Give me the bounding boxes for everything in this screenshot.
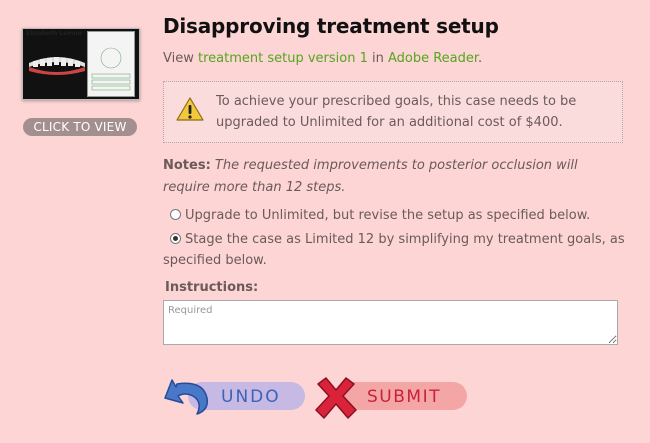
option-stage-limited[interactable]: Stage the case as Limited 12 by simplify… bbox=[163, 229, 633, 271]
notes-label: Notes: bbox=[163, 158, 211, 173]
view-middle: in bbox=[367, 51, 388, 66]
submit-button[interactable]: SUBMIT bbox=[312, 376, 472, 419]
option-upgrade-label: Upgrade to Unlimited, but revise the set… bbox=[185, 208, 591, 223]
x-cross-icon bbox=[315, 377, 357, 419]
option-stage-label: Stage the case as Limited 12 by simplify… bbox=[163, 232, 625, 268]
option-upgrade-unlimited[interactable]: Upgrade to Unlimited, but revise the set… bbox=[163, 205, 633, 226]
thumbnail-chart-panel bbox=[87, 31, 135, 97]
submit-label: SUBMIT bbox=[367, 387, 441, 407]
page-title: Disapproving treatment setup bbox=[163, 14, 499, 38]
undo-label: UNDO bbox=[221, 387, 281, 407]
view-prefix: View bbox=[163, 51, 198, 66]
treatment-setup-link[interactable]: treatment setup version 1 bbox=[198, 51, 368, 66]
notes-text: The requested improvements to posterior … bbox=[163, 158, 578, 195]
stage-limited-radio[interactable] bbox=[170, 233, 181, 244]
upgrade-radio[interactable] bbox=[170, 209, 181, 220]
instructions-field[interactable] bbox=[163, 300, 618, 345]
notes: Notes: The requested improvements to pos… bbox=[163, 155, 623, 199]
adobe-reader-link[interactable]: Adobe Reader bbox=[388, 51, 478, 66]
view-suffix: . bbox=[478, 51, 483, 66]
treatment-setup-thumbnail[interactable]: Elizabeth Lemon bbox=[22, 28, 140, 100]
click-to-view-button[interactable]: CLICK TO VIEW bbox=[23, 118, 137, 136]
alert-message: To achieve your prescribed goals, this c… bbox=[216, 94, 577, 130]
warning-icon bbox=[176, 97, 204, 121]
undo-button[interactable]: UNDO bbox=[163, 376, 308, 415]
undo-arrow-icon bbox=[164, 379, 209, 415]
upgrade-alert: To achieve your prescribed goals, this c… bbox=[163, 81, 623, 143]
teeth-image bbox=[29, 57, 85, 75]
thumbnail-patient-name: Elizabeth Lemon bbox=[26, 30, 82, 37]
instructions-label: Instructions: bbox=[165, 280, 259, 295]
view-setup-line: View treatment setup version 1 in Adobe … bbox=[163, 51, 482, 66]
